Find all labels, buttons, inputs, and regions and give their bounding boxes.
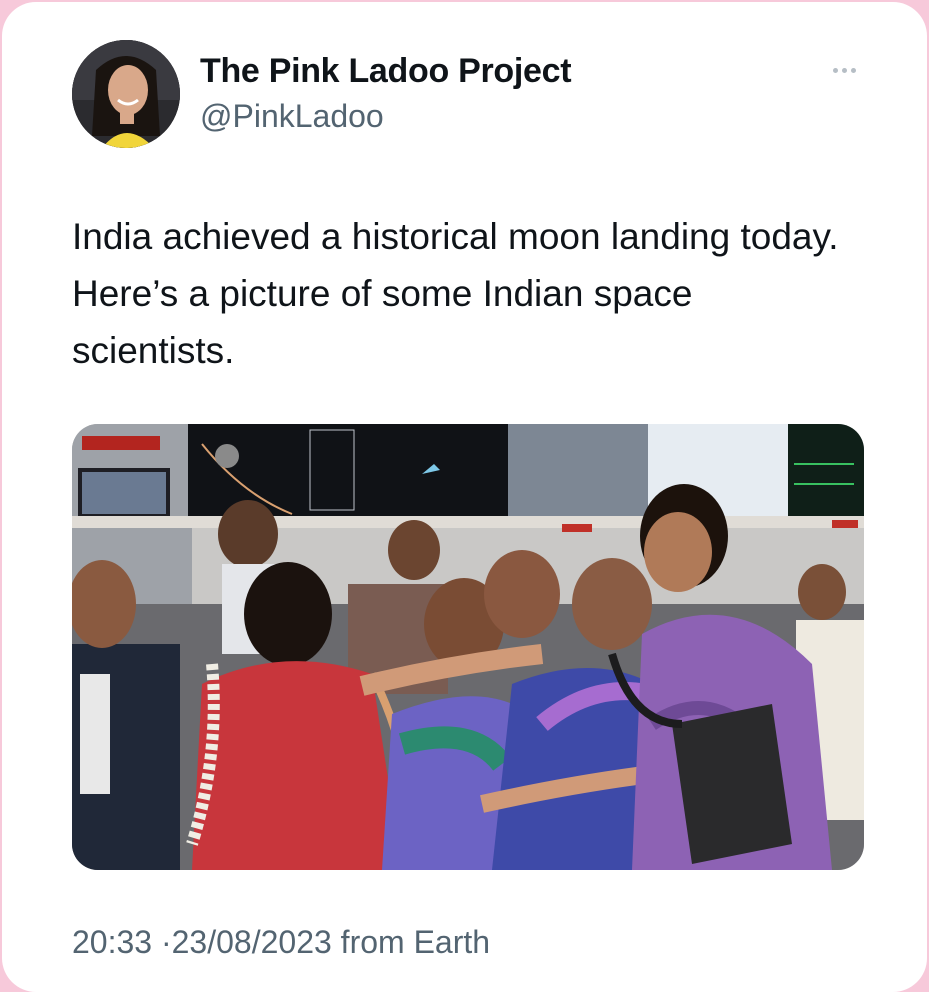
tweet-time: 20:33 [72,924,153,960]
display-name[interactable]: The Pink Ladoo Project [200,52,572,91]
avatar-image [72,40,180,148]
more-horizontal-icon-dot [841,67,847,73]
tweet-text: India achieved a historical moon landing… [72,216,839,371]
avatar[interactable] [72,40,180,148]
more-horizontal-icon [832,67,838,73]
meta-separator: · [160,924,172,960]
more-options-button[interactable] [824,58,864,82]
source-prefix: from [340,924,405,960]
scientists-photo [72,424,864,870]
tweet-source: Earth [413,924,491,960]
tweet-timestamp[interactable]: 20:33 ·23/08/2023 from Earth [72,924,490,961]
tweet-date: 23/08/2023 [171,924,332,960]
more-horizontal-icon-dot [850,67,856,73]
tweet-card: The Pink Ladoo Project @PinkLadoo India … [2,2,927,992]
tweet-photo[interactable] [72,424,864,870]
user-handle[interactable]: @PinkLadoo [200,98,384,135]
